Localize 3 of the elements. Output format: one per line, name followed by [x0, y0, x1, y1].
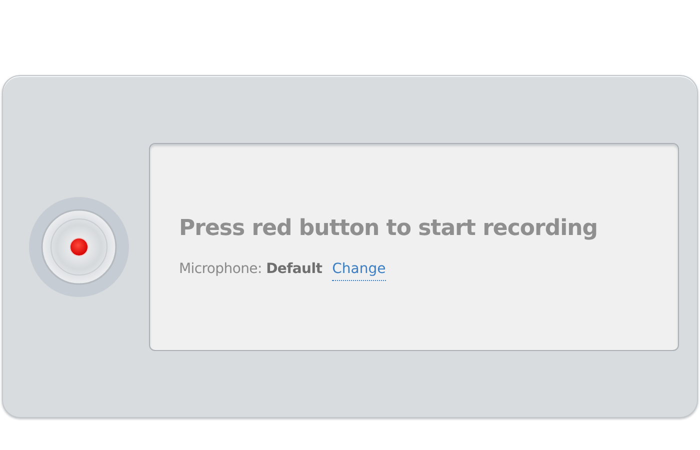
change-link[interactable]: Change	[332, 259, 386, 281]
prompt-text: Press red button to start recording	[179, 215, 599, 243]
microphone-label: Microphone: Default	[179, 260, 322, 279]
